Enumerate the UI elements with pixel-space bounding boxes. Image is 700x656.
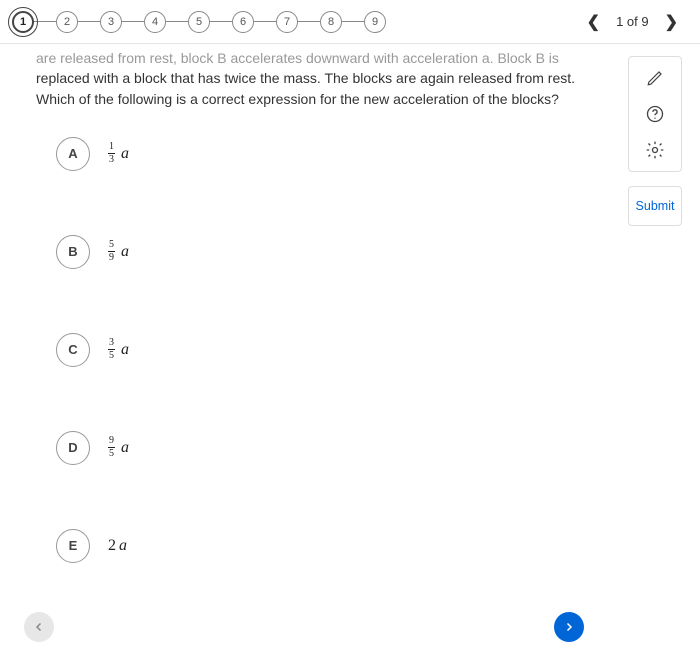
option-letter[interactable]: D: [56, 431, 90, 465]
option-letter[interactable]: E: [56, 529, 90, 563]
options-list: A 13a B 59a C 35a D 95a E 2a: [56, 137, 660, 563]
progress-dash: [342, 21, 364, 22]
option-A[interactable]: A 13a: [56, 137, 660, 171]
question-line-2: replaced with a block that has twice the…: [36, 70, 575, 86]
submit-button[interactable]: Submit: [628, 186, 682, 226]
progress-tracker: 123456789: [12, 11, 583, 33]
option-label: 13a: [108, 142, 129, 165]
progress-step-2[interactable]: 2: [56, 11, 78, 33]
option-letter[interactable]: A: [56, 137, 90, 171]
next-question-top[interactable]: ❯: [661, 10, 682, 34]
progress-step-3[interactable]: 3: [100, 11, 122, 33]
help-icon[interactable]: [644, 103, 666, 125]
progress-dash: [254, 21, 276, 22]
bottom-nav: [0, 612, 700, 642]
option-letter[interactable]: B: [56, 235, 90, 269]
progress-step-9[interactable]: 9: [364, 11, 386, 33]
question-line-3: Which of the following is a correct expr…: [36, 91, 559, 107]
content-area: are released from rest, block B accelera…: [0, 44, 700, 563]
progress-step-4[interactable]: 4: [144, 11, 166, 33]
question-counter: 1 of 9: [616, 14, 649, 29]
option-label: 59a: [108, 240, 129, 263]
progress-step-1[interactable]: 1: [12, 11, 34, 33]
progress-step-7[interactable]: 7: [276, 11, 298, 33]
question-line-cut: are released from rest, block B accelera…: [36, 50, 559, 66]
prev-button[interactable]: [24, 612, 54, 642]
progress-dash: [122, 21, 144, 22]
question-text: are released from rest, block B accelera…: [36, 48, 660, 109]
gear-icon[interactable]: [644, 139, 666, 161]
progress-step-8[interactable]: 8: [320, 11, 342, 33]
tools-sidebar: Submit: [628, 56, 682, 226]
progress-dash: [210, 21, 232, 22]
option-label: 2a: [108, 537, 127, 555]
progress-dash: [298, 21, 320, 22]
progress-step-5[interactable]: 5: [188, 11, 210, 33]
option-C[interactable]: C 35a: [56, 333, 660, 367]
prev-question-top[interactable]: ❮: [583, 10, 604, 34]
tools-card: [628, 56, 682, 172]
option-label: 35a: [108, 338, 129, 361]
progress-dash: [78, 21, 100, 22]
option-letter[interactable]: C: [56, 333, 90, 367]
progress-step-6[interactable]: 6: [232, 11, 254, 33]
top-nav: ❮ 1 of 9 ❯: [583, 10, 688, 34]
option-E[interactable]: E 2a: [56, 529, 660, 563]
option-label: 95a: [108, 436, 129, 459]
next-button[interactable]: [554, 612, 584, 642]
progress-dash: [34, 21, 56, 22]
top-bar: 123456789 ❮ 1 of 9 ❯: [0, 0, 700, 44]
option-D[interactable]: D 95a: [56, 431, 660, 465]
pencil-icon[interactable]: [644, 67, 666, 89]
progress-dash: [166, 21, 188, 22]
option-B[interactable]: B 59a: [56, 235, 660, 269]
